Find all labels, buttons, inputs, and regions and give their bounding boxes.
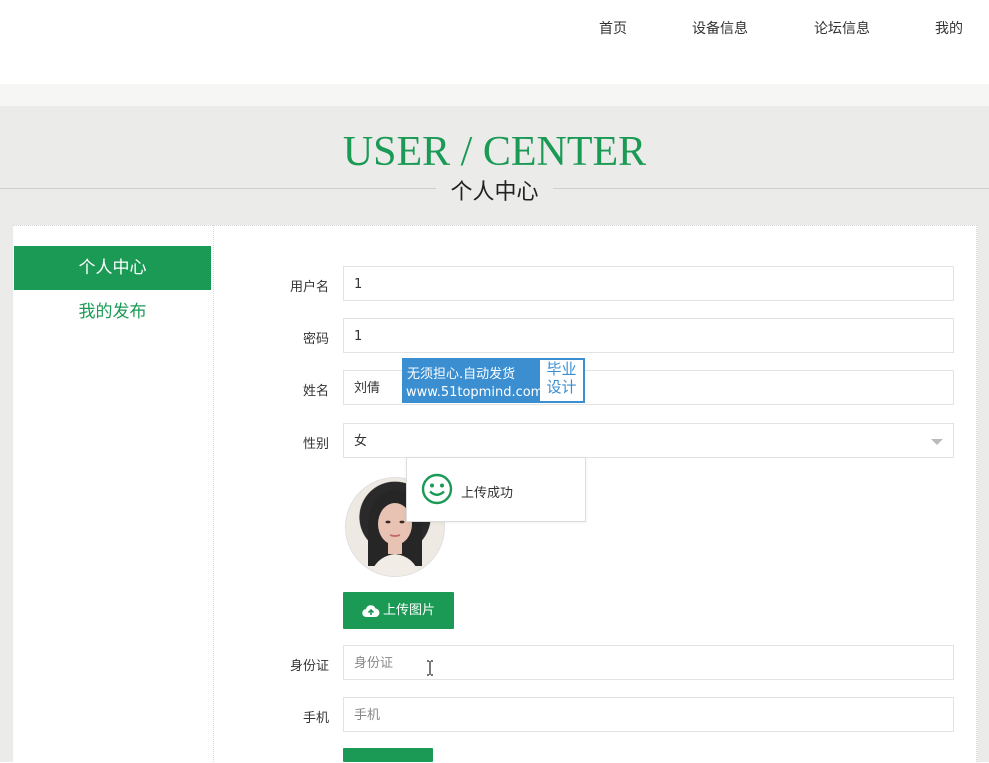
cloud-upload-icon	[362, 604, 380, 617]
phone-input[interactable]: 手机	[343, 697, 954, 732]
username-label: 用户名	[289, 280, 329, 295]
idcard-input[interactable]: 身份证	[343, 645, 954, 680]
watermark-line-1: 无须担心.自动发货	[407, 367, 516, 382]
gender-selected-value: 女	[354, 434, 368, 449]
watermark: 无须担心.自动发货 www.51topmind.com 毕业 设计	[402, 358, 585, 403]
gender-select[interactable]: 女	[343, 423, 954, 458]
nav-mine[interactable]: 我的	[935, 18, 963, 38]
idcard-label: 身份证	[289, 659, 329, 674]
page-title: USER / CENTER	[342, 129, 647, 175]
nav-home[interactable]: 首页	[599, 18, 627, 38]
submit-button[interactable]	[343, 748, 433, 762]
username-input[interactable]: 1	[343, 266, 954, 301]
smile-icon	[421, 473, 453, 505]
chevron-down-icon	[931, 439, 943, 445]
name-label: 姓名	[302, 384, 329, 399]
nav-devices[interactable]: 设备信息	[692, 18, 748, 38]
nav-forum[interactable]: 论坛信息	[814, 18, 870, 38]
top-navigation: 首页 设备信息 论坛信息 我的	[0, 0, 989, 84]
card-border	[976, 225, 978, 762]
password-label: 密码	[302, 332, 329, 347]
upload-image-button[interactable]: 上传图片	[343, 592, 454, 629]
sidebar-item-my-posts[interactable]: 我的发布	[14, 296, 211, 328]
phone-label: 手机	[302, 711, 329, 726]
header-divider-strip	[0, 84, 989, 106]
toast-message: 上传成功	[461, 486, 514, 501]
watermark-badge: 毕业 设计	[540, 360, 583, 401]
sidebar-item-user-center[interactable]: 个人中心	[14, 246, 211, 290]
upload-image-label: 上传图片	[382, 603, 435, 618]
text-cursor-icon	[427, 660, 433, 676]
gender-label: 性别	[302, 437, 329, 452]
password-input[interactable]: 1	[343, 318, 954, 353]
watermark-badge-line-1: 毕业	[546, 360, 577, 378]
watermark-line-2: www.51topmind.com	[406, 385, 544, 400]
upload-success-toast: 上传成功	[406, 457, 586, 522]
watermark-text-block: 无须担心.自动发货 www.51topmind.com	[402, 358, 543, 403]
page-subtitle: 个人中心	[450, 180, 539, 205]
watermark-badge-line-2: 设计	[546, 378, 577, 396]
